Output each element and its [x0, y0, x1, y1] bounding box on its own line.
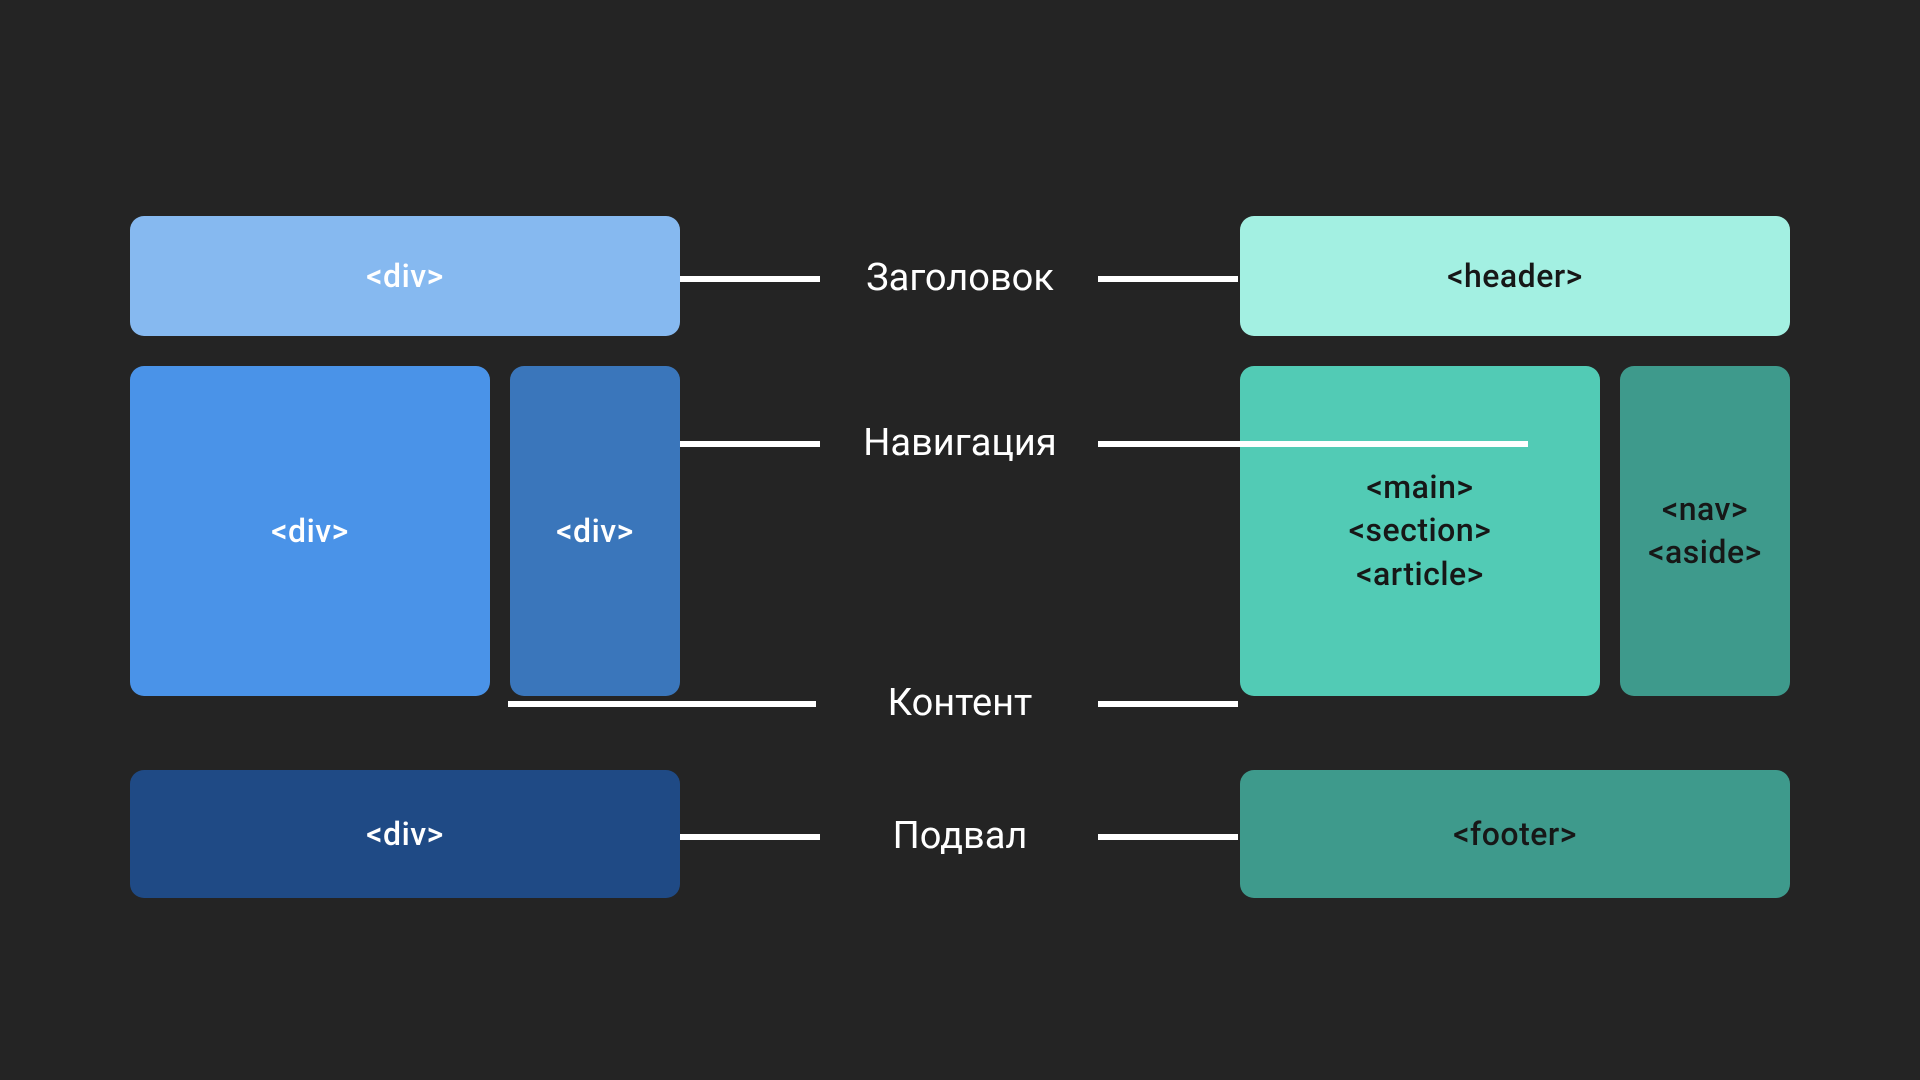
left-aside-block: <div>: [510, 366, 680, 696]
connector-left-content: [508, 701, 816, 707]
label-footer: Подвал: [830, 814, 1090, 858]
right-main-label-2: <section>: [1349, 509, 1492, 552]
right-aside-label-1: <nav>: [1662, 488, 1748, 531]
connector-right-nav: [1098, 441, 1528, 447]
label-header: Заголовок: [830, 256, 1090, 300]
right-footer-block: <footer>: [1240, 770, 1790, 898]
left-footer-block: <div>: [130, 770, 680, 898]
right-header-label: <header>: [1447, 257, 1583, 295]
left-aside-label: <div>: [556, 512, 633, 550]
right-aside-label-2: <aside>: [1648, 531, 1761, 574]
connector-right-content: [1098, 701, 1238, 707]
left-header-label: <div>: [366, 257, 443, 295]
right-main-block: <main> <section> <article>: [1240, 366, 1600, 696]
connector-right-footer: [1098, 834, 1238, 840]
right-main-label-1: <main>: [1367, 466, 1474, 509]
left-main-label: <div>: [271, 512, 348, 550]
connector-left-header: [680, 276, 820, 282]
right-footer-label: <footer>: [1453, 815, 1577, 853]
right-header-block: <header>: [1240, 216, 1790, 336]
connector-left-footer: [680, 834, 820, 840]
right-aside-block: <nav> <aside>: [1620, 366, 1790, 696]
label-navigation: Навигация: [830, 421, 1090, 465]
connector-left-nav: [680, 441, 820, 447]
left-footer-label: <div>: [366, 815, 443, 853]
label-content: Контент: [830, 681, 1090, 725]
diagram-canvas: <div> <div> <div> <div> <header> <main> …: [0, 0, 1920, 1080]
connector-right-header: [1098, 276, 1238, 282]
left-main-block: <div>: [130, 366, 490, 696]
left-header-block: <div>: [130, 216, 680, 336]
right-main-label-3: <article>: [1356, 553, 1484, 596]
